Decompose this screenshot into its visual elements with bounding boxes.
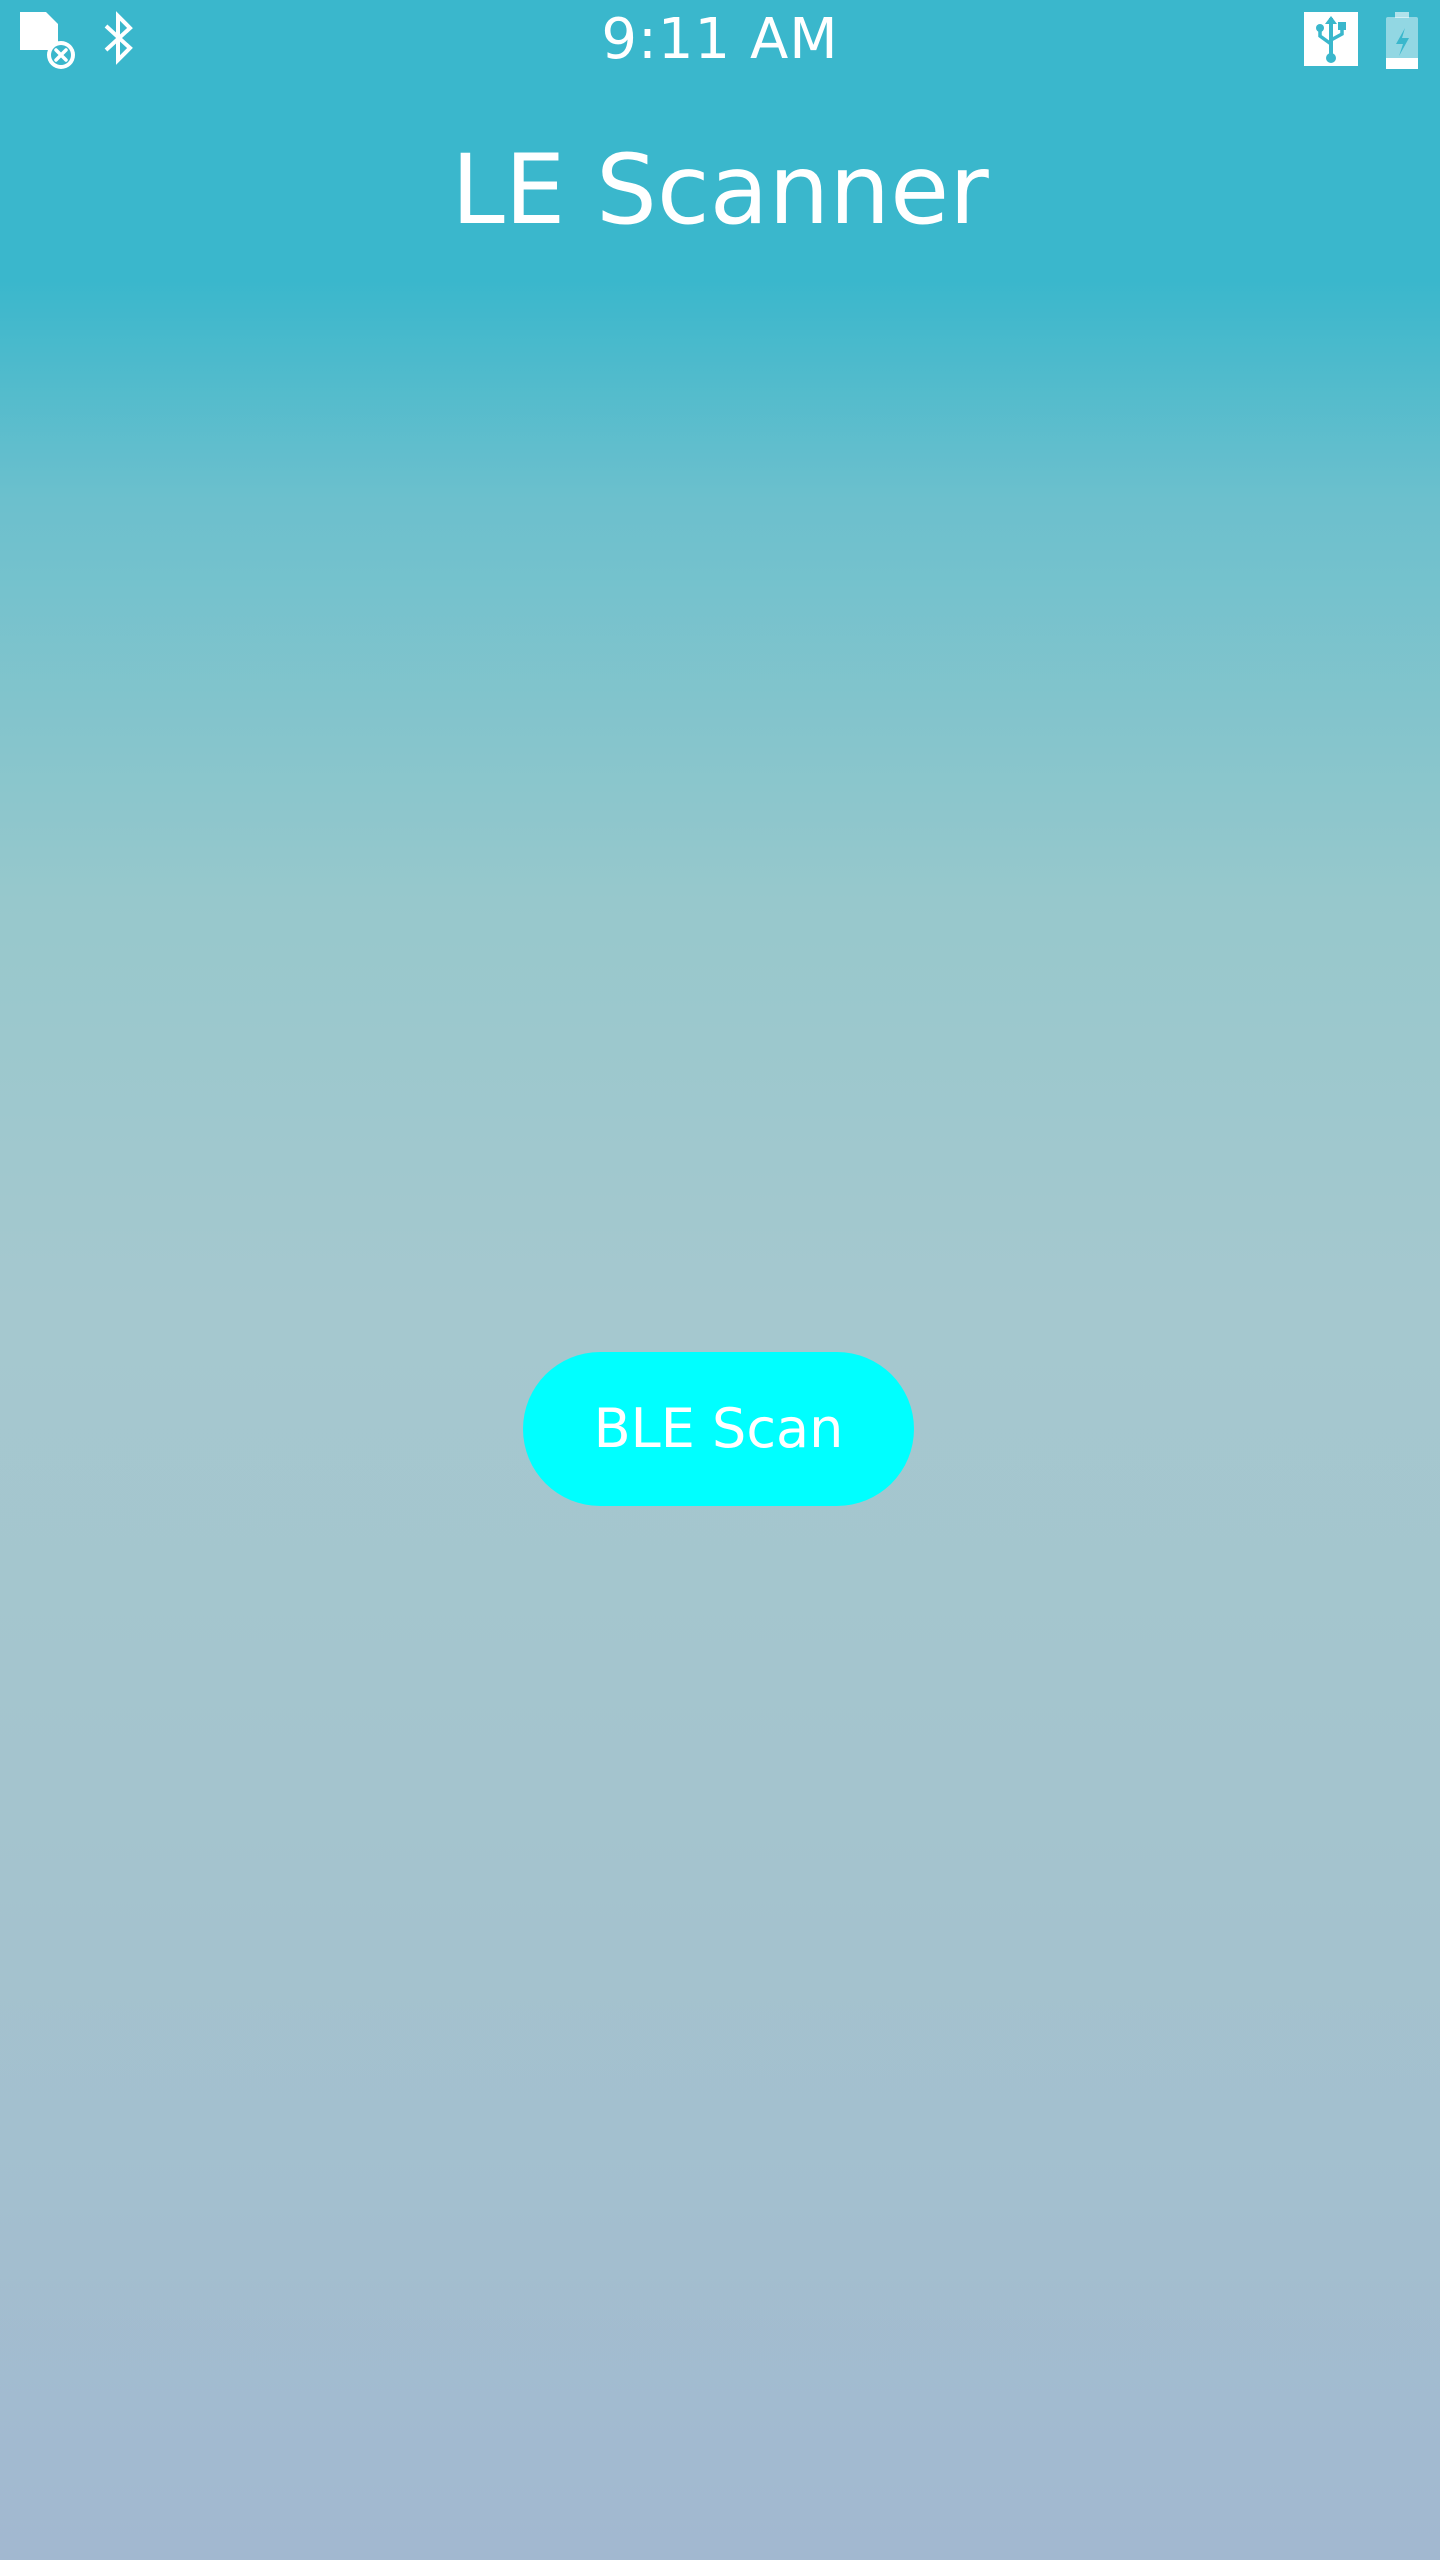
usb-icon [1302,10,1362,70]
status-time: 9:11 AM [601,7,839,72]
app-title: LE Scanner [451,134,989,246]
ble-scan-button[interactable]: BLE Scan [523,1352,914,1506]
status-bar: 9:11 AM [0,0,1440,80]
battery-charging-icon [1382,10,1424,70]
